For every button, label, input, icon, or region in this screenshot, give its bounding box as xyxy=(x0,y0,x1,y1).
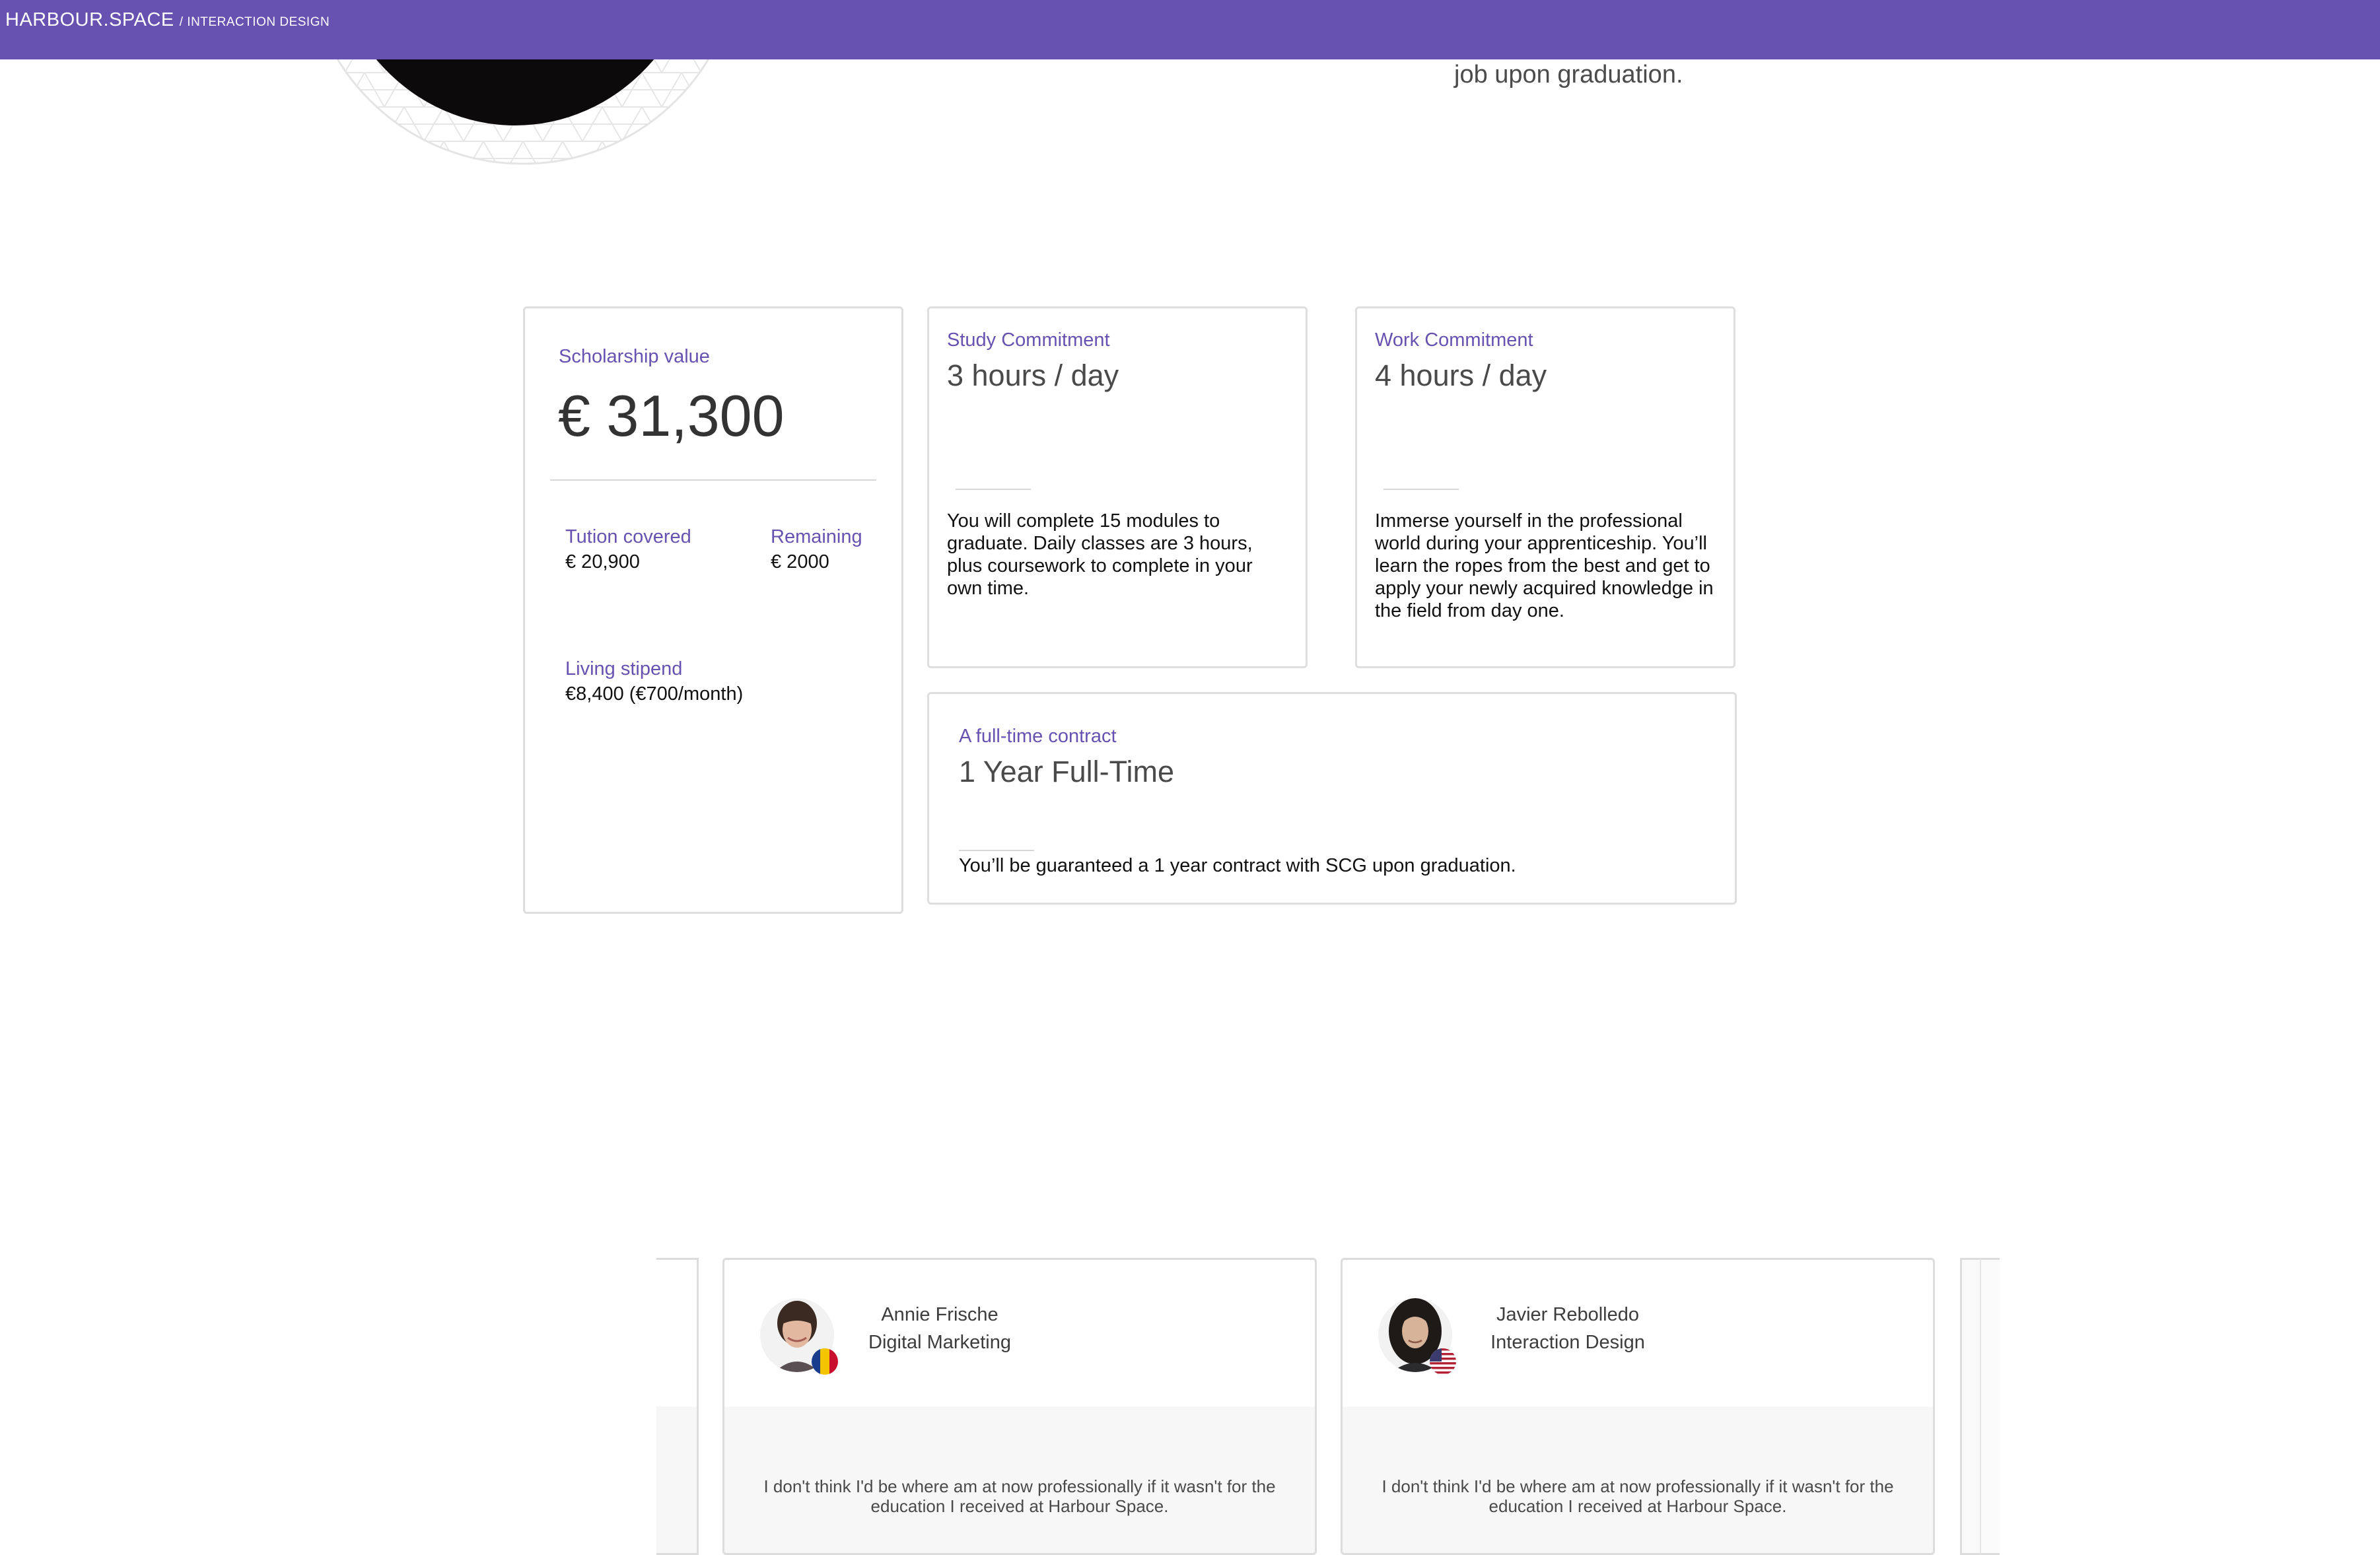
testimonial-quote: I don't think I'd be where am at now pro… xyxy=(763,1476,1276,1516)
testimonial-name: Annie Frische xyxy=(881,1304,998,1325)
testimonial-program: Interaction Design xyxy=(1490,1332,1645,1353)
usa-flag-icon xyxy=(1430,1348,1456,1375)
study-label: Study Commitment xyxy=(947,329,1110,351)
tuition-label: Tution covered xyxy=(565,526,691,547)
work-description: Immerse yourself in the professional wor… xyxy=(1375,510,1714,621)
tuition-value: € 20,900 xyxy=(565,551,640,572)
top-nav-bar: HARBOUR.SPACE / INTERACTION DESIGN xyxy=(0,0,2380,59)
contract-description: You’ll be guaranteed a 1 year contract w… xyxy=(959,855,1516,876)
carousel-next-card-edge[interactable] xyxy=(1960,1258,1980,1555)
brand-logo[interactable]: HARBOUR.SPACE / INTERACTION DESIGN xyxy=(5,9,330,31)
testimonial-author: Javier Rebolledo Interaction Design xyxy=(1485,1301,1650,1356)
carousel-prev-card-edge[interactable] xyxy=(656,1258,699,1555)
study-divider xyxy=(956,489,1031,490)
study-description: You will complete 15 modules to graduate… xyxy=(947,510,1253,599)
remaining-label: Remaining xyxy=(771,526,862,547)
scholarship-card: Scholarship value € 31,300 Tution covere… xyxy=(523,306,903,914)
hero-text: job upon graduation. xyxy=(1454,61,1683,88)
contract-value: 1 Year Full-Time xyxy=(959,755,1174,788)
work-value: 4 hours / day xyxy=(1375,359,1547,392)
romania-flag-icon xyxy=(812,1348,838,1375)
testimonial-card[interactable]: Javier Rebolledo Interaction Design I do… xyxy=(1341,1258,1935,1555)
contract-label: A full-time contract xyxy=(959,726,1117,747)
study-commitment-card: Study Commitment 3 hours / day You will … xyxy=(927,306,1308,668)
testimonial-card[interactable]: Annie Frische Digital Marketing I don't … xyxy=(722,1258,1317,1555)
testimonial-name: Javier Rebolledo xyxy=(1496,1304,1639,1325)
testimonial-quote: I don't think I'd be where am at now pro… xyxy=(1382,1476,1894,1516)
brand-name[interactable]: HARBOUR.SPACE xyxy=(5,9,174,30)
testimonial-program: Digital Marketing xyxy=(868,1332,1011,1353)
work-commitment-card: Work Commitment 4 hours / day Immerse yo… xyxy=(1355,306,1735,668)
scholarship-label: Scholarship value xyxy=(559,346,710,367)
study-value: 3 hours / day xyxy=(947,359,1119,392)
contract-divider xyxy=(959,850,1034,851)
stipend-label: Living stipend xyxy=(565,658,683,679)
scholarship-value: € 31,300 xyxy=(558,383,785,448)
remaining-value: € 2000 xyxy=(771,551,829,572)
work-label: Work Commitment xyxy=(1375,329,1533,351)
scholarship-divider xyxy=(550,479,876,481)
carousel-next-card-edge-2[interactable] xyxy=(1980,1258,2000,1555)
brand-section[interactable]: / INTERACTION DESIGN xyxy=(180,15,330,29)
stipend-value: €8,400 (€700/month) xyxy=(565,683,744,705)
contract-card: A full-time contract 1 Year Full-Time Yo… xyxy=(927,692,1737,905)
work-divider xyxy=(1383,489,1459,490)
testimonial-author: Annie Frische Digital Marketing xyxy=(867,1301,1012,1356)
